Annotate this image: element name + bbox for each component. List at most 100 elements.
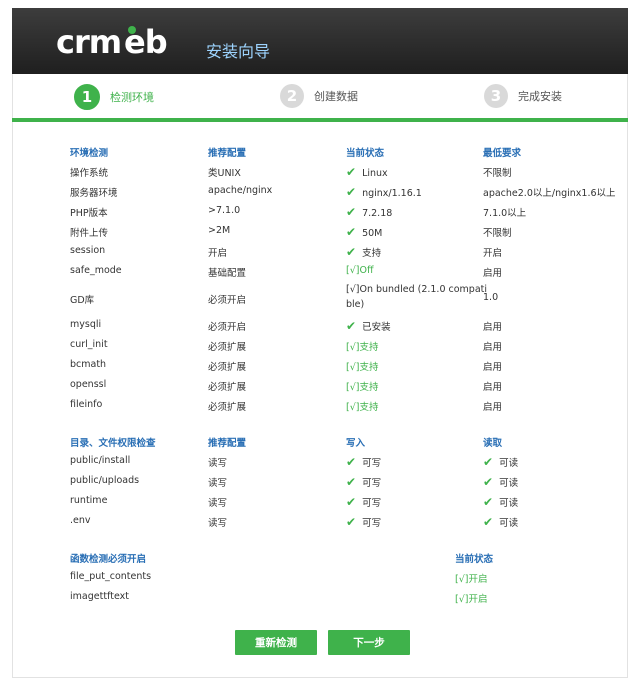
env-header-row: 环境检测 推荐配置 当前状态 最低要求 [70, 145, 610, 163]
func-state: [√]开启 [455, 574, 488, 585]
env-cur-text: 支持 [362, 248, 382, 259]
check-icon: ✔ [483, 455, 494, 469]
col-header-func: 函数检测必须开启 [70, 554, 147, 565]
table-row: file_put_contents [√]开启 [70, 571, 610, 589]
env-min: 启用 [483, 382, 503, 393]
env-name: session [70, 245, 106, 256]
env-cur: ✔ nginx/1.16.1 [346, 185, 422, 199]
env-min: 不限制 [483, 168, 512, 179]
table-row: runtime 读写 ✔ 可写 ✔ 可读 [70, 495, 610, 513]
step-number: 1 [74, 84, 100, 110]
table-row: fileinfo 必须扩展 [√]支持 启用 [70, 399, 610, 417]
env-rec: 开启 [208, 248, 228, 259]
perm-write-text: 可写 [362, 478, 382, 489]
table-row: public/install 读写 ✔ 可写 ✔ 可读 [70, 455, 610, 473]
env-name: PHP版本 [70, 208, 108, 219]
func-state: [√]开启 [455, 594, 488, 605]
perm-write: ✔ 可写 [346, 475, 381, 489]
col-header-write: 写入 [346, 438, 366, 449]
step-2: 2 创建数据 [280, 84, 358, 108]
check-icon: ✔ [346, 185, 357, 199]
table-row: session 开启 ✔ 支持 开启 [70, 245, 610, 263]
table-row: openssl 必须扩展 [√]支持 启用 [70, 379, 610, 397]
env-cur: [√]Off [346, 265, 374, 276]
env-name: fileinfo [70, 399, 103, 410]
recheck-button[interactable]: 重新检测 [235, 630, 317, 655]
env-cur: ✔ 支持 [346, 245, 381, 259]
table-row: 操作系统 类UNIX ✔ Linux 不限制 [70, 165, 610, 183]
check-icon: ✔ [346, 515, 357, 529]
env-cur: ✔ 50M [346, 225, 382, 239]
env-name: 附件上传 [70, 228, 109, 239]
env-min: 7.1.0以上 [483, 208, 527, 219]
func-name: imagettftext [70, 591, 129, 602]
progress-bar [12, 118, 628, 122]
table-row: imagettftext [√]开启 [70, 591, 610, 609]
env-rec: 必须开启 [208, 295, 247, 306]
perm-write: ✔ 可写 [346, 455, 381, 469]
env-name: safe_mode [70, 265, 122, 276]
func-name: file_put_contents [70, 571, 152, 582]
step-number: 2 [280, 84, 304, 108]
check-icon: ✔ [346, 205, 357, 219]
table-row: GD库 必须开启 [√]On bundled (2.1.0 compati bl… [70, 284, 610, 316]
env-rec: 必须扩展 [208, 402, 247, 413]
perm-read: ✔ 可读 [483, 475, 518, 489]
func-header-row: 函数检测必须开启 当前状态 [70, 551, 610, 569]
perm-read: ✔ 可读 [483, 495, 518, 509]
env-rec: >2M [208, 225, 231, 236]
env-cur: [√]支持 [346, 342, 379, 353]
env-rec: >7.1.0 [208, 205, 241, 216]
perm-read: ✔ 可读 [483, 515, 518, 529]
perm-rec: 读写 [208, 478, 228, 489]
perm-path: public/uploads [70, 475, 140, 486]
col-header-minimum: 最低要求 [483, 148, 522, 159]
env-cur-text: nginx/1.16.1 [362, 188, 422, 199]
env-name: bcmath [70, 359, 107, 370]
env-cur-text: Linux [362, 168, 388, 179]
step-label: 检测环境 [110, 91, 154, 104]
env-cur: [√]支持 [346, 362, 379, 373]
perm-header-row: 目录、文件权限检查 推荐配置 写入 读取 [70, 435, 610, 453]
step-label: 完成安装 [518, 90, 562, 103]
col-header-recommended: 推荐配置 [208, 438, 247, 449]
env-rec: 必须扩展 [208, 342, 247, 353]
check-icon: ✔ [483, 495, 494, 509]
step-label: 创建数据 [314, 90, 358, 103]
perm-read-text: 可读 [499, 458, 519, 469]
col-header-current: 当前状态 [346, 148, 385, 159]
logo-graphic: crm eb [56, 24, 168, 60]
table-row: bcmath 必须扩展 [√]支持 启用 [70, 359, 610, 377]
perm-write-text: 可写 [362, 458, 382, 469]
step-1: 1 检测环境 [74, 84, 154, 110]
perm-path: public/install [70, 455, 131, 466]
perm-read: ✔ 可读 [483, 455, 518, 469]
check-icon: ✔ [346, 225, 357, 239]
env-min: 启用 [483, 322, 503, 333]
env-name: mysqli [70, 319, 102, 330]
env-rec: 必须扩展 [208, 362, 247, 373]
next-button[interactable]: 下一步 [328, 630, 410, 655]
env-min: 启用 [483, 342, 503, 353]
wizard-title: 安装向导 [206, 42, 271, 61]
table-row: 附件上传 >2M ✔ 50M 不限制 [70, 225, 610, 243]
perm-rec: 读写 [208, 458, 228, 469]
env-min: 启用 [483, 268, 503, 279]
crmeb-logo: crm eb [56, 22, 176, 62]
col-header-recommended: 推荐配置 [208, 148, 247, 159]
check-icon: ✔ [346, 319, 357, 333]
env-cur: ✔ 7.2.18 [346, 205, 392, 219]
step-indicator: 1 检测环境 2 创建数据 3 完成安装 [12, 74, 628, 120]
env-min: 1.0 [483, 292, 499, 303]
table-row: safe_mode 基础配置 [√]Off 启用 [70, 265, 610, 283]
check-icon: ✔ [346, 475, 357, 489]
table-row: 服务器环境 apache/nginx ✔ nginx/1.16.1 apache2… [70, 185, 616, 203]
check-icon: ✔ [346, 165, 357, 179]
check-icon: ✔ [346, 455, 357, 469]
env-cur: ✔ Linux [346, 165, 388, 179]
env-cur: [√]支持 [346, 402, 379, 413]
perm-read-text: 可读 [499, 498, 519, 509]
env-cur: [√]支持 [346, 382, 379, 393]
app-header: crm eb 安装向导 [12, 8, 628, 74]
env-min: 启用 [483, 362, 503, 373]
